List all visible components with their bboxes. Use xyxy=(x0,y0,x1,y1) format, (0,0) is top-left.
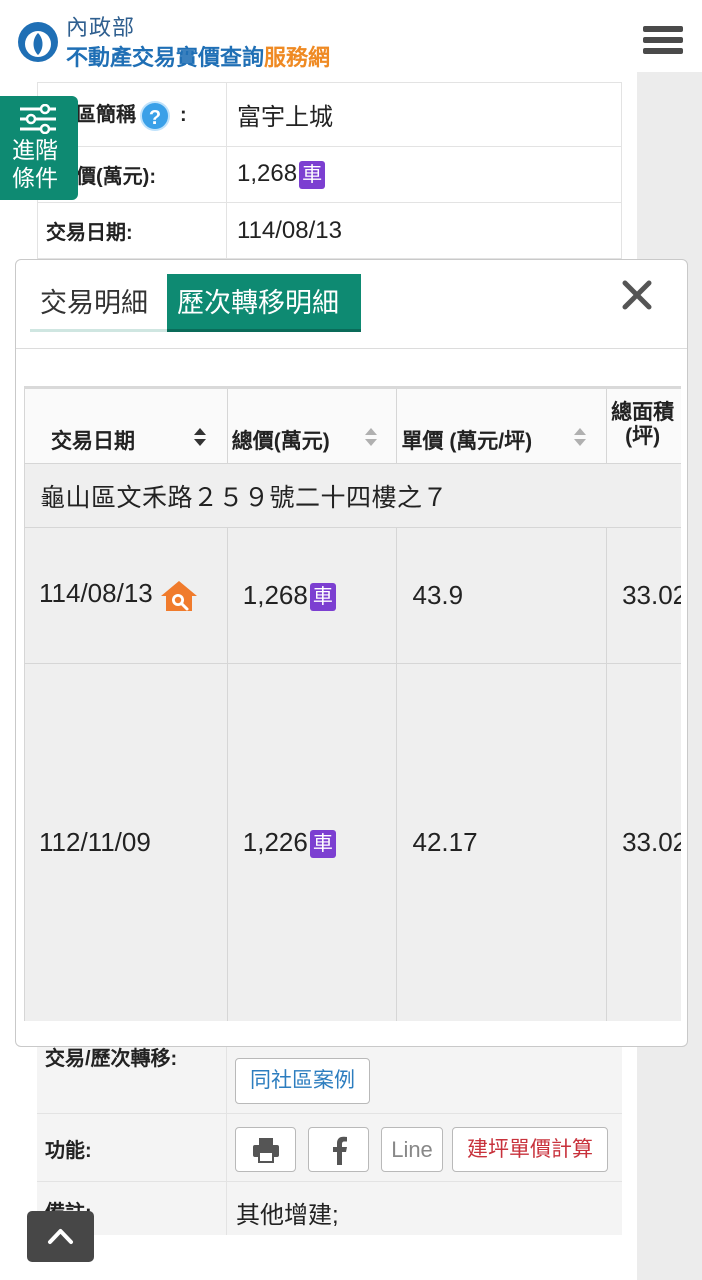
print-icon xyxy=(252,1138,279,1163)
site-title-main: 不動產交易實價查詢 xyxy=(66,45,265,70)
table-row: 112/11/09 1,226 車 42.17 33.02 xyxy=(24,663,681,1021)
floor-unit-price-calc-button[interactable]: 建坪單價計算 xyxy=(452,1127,608,1172)
history-table-scroll[interactable]: 交易日期 總價(萬元) 單價 (萬元/坪) 總面積 (坪) 龜山區文禾路２５９號… xyxy=(24,386,681,1021)
hamburger-menu-icon[interactable] xyxy=(643,26,683,58)
column-header-total-area[interactable]: 總面積 (坪) xyxy=(606,386,681,464)
column-header-unit-price[interactable]: 單價 (萬元/坪) xyxy=(396,386,608,464)
house-search-icon[interactable] xyxy=(159,579,199,613)
same-community-button[interactable]: 同社區案例 xyxy=(235,1058,370,1104)
car-badge: 車 xyxy=(299,160,326,189)
date-label: 交易日期: xyxy=(37,202,227,259)
address-row: 龜山區文禾路２５９號二十四樓之７ xyxy=(24,463,681,528)
transfer-history-dialog: 交易明細 歷次轉移明細 交易日期 總價(萬元) 單價 (萬元/坪) 總面積 (坪… xyxy=(15,259,688,1047)
sort-icon xyxy=(194,428,206,446)
history-table: 交易日期 總價(萬元) 單價 (萬元/坪) 總面積 (坪) 龜山區文禾路２５９號… xyxy=(24,386,681,1021)
ministry-name: 內政部 xyxy=(66,16,136,41)
site-header: 內政部 不動產交易實價查詢服務網 xyxy=(0,0,702,72)
table-row: 114/08/13 1,268 車 43.9 33.02 xyxy=(24,527,681,664)
detail-lower-section: 交易/歷次轉移: 同社區案例 功能: Line 建坪單價計算 備註: 其他增建; xyxy=(37,1020,622,1235)
row-date-cell: 114/08/13 xyxy=(24,527,228,664)
sort-icon xyxy=(364,428,377,446)
tab-transaction-detail[interactable]: 交易明細 xyxy=(30,274,167,332)
row-area-cell: 33.02 xyxy=(606,527,681,664)
car-badge: 車 xyxy=(309,830,336,859)
site-title[interactable]: 不動產交易實價查詢服務網 xyxy=(66,40,330,72)
row-unit-price-cell: 43.9 xyxy=(396,527,608,664)
print-button[interactable] xyxy=(235,1127,296,1172)
line-share-button[interactable]: Line xyxy=(381,1127,443,1172)
advanced-filter-button[interactable]: 進階 條件 xyxy=(0,96,78,200)
total-price-value: 1,268 車 xyxy=(226,146,622,203)
row-unit-price-cell: 42.17 xyxy=(396,663,608,1021)
chevron-up-icon xyxy=(48,1229,73,1244)
row-date-cell: 112/11/09 xyxy=(24,663,228,1021)
car-badge: 車 xyxy=(309,583,336,612)
column-header-date[interactable]: 交易日期 xyxy=(24,386,228,464)
sliders-icon xyxy=(20,104,56,134)
tab-transfer-history[interactable]: 歷次轉移明細 xyxy=(167,274,361,332)
date-value: 114/08/13 xyxy=(226,202,622,259)
back-to-top-button[interactable] xyxy=(27,1211,94,1262)
question-icon[interactable]: ? xyxy=(140,100,170,131)
detail-info-table: 區簡稱?: 富宇上城 價(萬元): 1,268 車 交易日期: 114/08/13 xyxy=(37,82,622,259)
row-total-cell: 1,268 車 xyxy=(226,527,398,664)
site-title-accent: 服務網 xyxy=(264,45,331,70)
address-text: 龜山區文禾路２５９號二十四樓之７ xyxy=(24,463,681,528)
facebook-share-button[interactable] xyxy=(308,1127,369,1172)
close-icon[interactable] xyxy=(620,278,654,312)
column-header-total-price[interactable]: 總價(萬元) xyxy=(226,386,398,464)
community-value: 富宇上城 xyxy=(226,82,622,147)
notes-value: 其他增建; xyxy=(236,1202,339,1229)
advanced-filter-label: 進階 條件 xyxy=(12,137,58,191)
ministry-logo-icon[interactable] xyxy=(17,21,59,63)
row-area-cell: 33.02 xyxy=(606,663,681,1021)
row-total-cell: 1,226 車 xyxy=(226,663,398,1021)
sort-icon xyxy=(574,428,587,446)
functions-label: 功能: xyxy=(45,1140,92,1162)
facebook-icon xyxy=(332,1136,347,1165)
